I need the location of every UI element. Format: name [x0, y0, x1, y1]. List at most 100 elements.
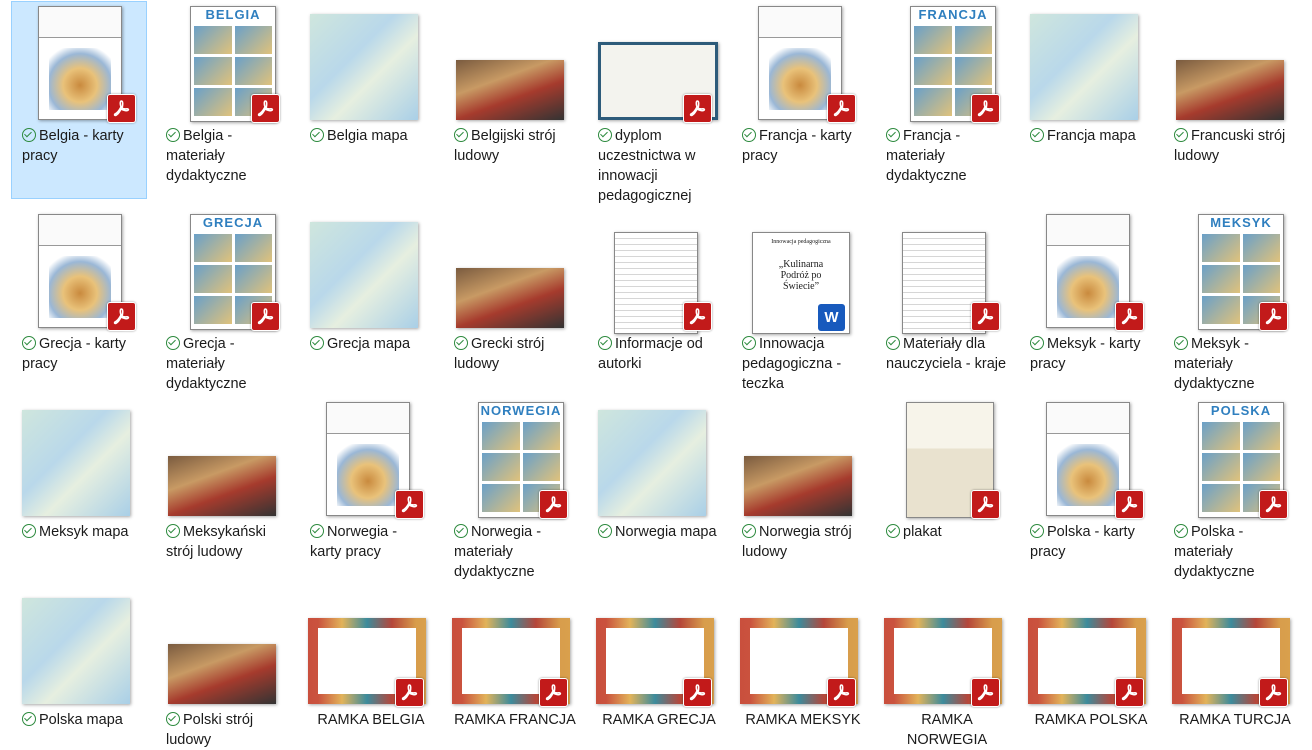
- file-item[interactable]: Polski strój ludowy: [156, 586, 290, 748]
- file-item[interactable]: RAMKA GRECJA: [588, 586, 722, 748]
- file-name: Belgia mapa: [327, 128, 408, 144]
- file-item[interactable]: Meksykański strój ludowy: [156, 398, 290, 594]
- pdf-icon: [971, 302, 1000, 331]
- file-item[interactable]: Meksyk - karty pracy: [1020, 210, 1154, 406]
- pdf-icon: [1259, 678, 1288, 707]
- file-thumbnail: NORWEGIA: [444, 400, 578, 519]
- file-label: Belgia mapa: [310, 126, 432, 146]
- sync-ok-icon: [22, 524, 36, 538]
- file-label: RAMKA GRECJA: [598, 710, 720, 730]
- file-thumbnail: [12, 4, 146, 123]
- file-item[interactable]: NORWEGIA Norwegia - materiały dydaktyczne: [444, 398, 578, 594]
- file-thumbnail: [300, 400, 434, 519]
- file-item[interactable]: Belgia - karty pracy: [11, 1, 147, 199]
- file-item[interactable]: Francuski strój ludowy: [1164, 2, 1298, 198]
- pdf-icon: [683, 94, 712, 123]
- file-thumbnail: [588, 400, 722, 518]
- file-thumbnail: [876, 212, 1010, 334]
- sync-ok-icon: [1030, 128, 1044, 142]
- file-name: RAMKA GRECJA: [602, 712, 716, 728]
- file-item[interactable]: Grecja mapa: [300, 210, 434, 406]
- sync-ok-icon: [742, 336, 756, 350]
- thumbnail-title: NORWEGIA: [480, 403, 562, 418]
- file-item[interactable]: dyplom uczestnictwa w innowacji pedagogi…: [588, 2, 722, 204]
- file-item[interactable]: GRECJA Grecja - materiały dydaktyczne: [156, 210, 290, 406]
- file-item[interactable]: Norwegia mapa: [588, 398, 722, 594]
- file-label: Polska mapa: [22, 710, 144, 730]
- file-name: Francja - karty pracy: [742, 128, 852, 164]
- sync-ok-icon: [310, 128, 324, 142]
- file-label: Meksykański strój ludowy: [166, 522, 288, 562]
- file-grid: Belgia - karty pracy BELGIA Belgia - mater…: [0, 0, 1312, 750]
- file-item[interactable]: Norwegia - karty pracy: [300, 398, 434, 594]
- file-item[interactable]: Belgia mapa: [300, 2, 434, 198]
- file-item[interactable]: plakat: [876, 398, 1010, 594]
- file-item[interactable]: Grecja - karty pracy: [12, 210, 146, 406]
- file-label: RAMKA BELGIA: [310, 710, 432, 730]
- file-item[interactable]: RAMKA NORWEGIA: [876, 586, 1010, 748]
- map-thumbnail: [22, 598, 130, 704]
- file-item[interactable]: RAMKA BELGIA: [300, 586, 434, 748]
- file-thumbnail: [876, 400, 1010, 519]
- file-item[interactable]: Informacje od autorki: [588, 210, 722, 406]
- file-label: Norwegia - karty pracy: [310, 522, 432, 562]
- sync-ok-icon: [22, 128, 36, 142]
- file-label: Grecja - karty pracy: [22, 334, 144, 374]
- file-item[interactable]: Meksyk mapa: [12, 398, 146, 594]
- file-item[interactable]: RAMKA MEKSYK: [732, 586, 866, 748]
- pdf-icon: [539, 678, 568, 707]
- file-item[interactable]: POLSKA Polska - materiały dydaktyczne: [1164, 398, 1298, 594]
- file-item[interactable]: FRANCJA Francja - materiały dydaktyczne: [876, 2, 1010, 198]
- file-label: RAMKA NORWEGIA: [886, 710, 1008, 750]
- map-thumbnail: [310, 222, 418, 328]
- sync-ok-icon: [166, 712, 180, 726]
- pdf-icon: [107, 94, 136, 123]
- file-item[interactable]: Polska - karty pracy: [1020, 398, 1154, 594]
- pdf-icon: [1259, 302, 1288, 331]
- file-label: Norwegia - materiały dydaktyczne: [454, 522, 576, 582]
- pdf-icon: [251, 94, 280, 123]
- photo-thumbnail: [168, 456, 276, 516]
- thumbnail-title: MEKSYK: [1210, 215, 1272, 230]
- file-item[interactable]: Francja mapa: [1020, 2, 1154, 198]
- file-item[interactable]: Belgijski strój ludowy: [444, 2, 578, 198]
- file-item[interactable]: Innowacja pedagogiczna „Kulinarna Podróż …: [732, 210, 866, 406]
- file-label: Meksyk - karty pracy: [1030, 334, 1152, 374]
- sync-ok-icon: [1030, 336, 1044, 350]
- sync-ok-icon: [598, 524, 612, 538]
- file-name: RAMKA FRANCJA: [454, 712, 576, 728]
- sync-ok-icon: [1030, 524, 1044, 538]
- file-thumbnail: Innowacja pedagogiczna „Kulinarna Podróż …: [732, 212, 866, 334]
- file-item[interactable]: Francja - karty pracy: [732, 2, 866, 198]
- pdf-icon: [1115, 678, 1144, 707]
- file-thumbnail: [1020, 212, 1154, 331]
- map-thumbnail: [310, 14, 418, 120]
- sync-ok-icon: [166, 524, 180, 538]
- file-item[interactable]: Materiały dla nauczyciela - kraje: [876, 210, 1010, 406]
- pdf-icon: [395, 490, 424, 519]
- file-item[interactable]: RAMKA TURCJA: [1164, 586, 1298, 748]
- file-label: RAMKA TURCJA: [1174, 710, 1296, 730]
- thumbnail-title: POLSKA: [1210, 403, 1272, 418]
- map-thumbnail: [22, 410, 130, 516]
- sync-ok-icon: [886, 128, 900, 142]
- pdf-icon: [683, 678, 712, 707]
- file-item[interactable]: Grecki strój ludowy: [444, 210, 578, 406]
- file-item[interactable]: Polska mapa: [12, 586, 146, 748]
- file-item[interactable]: BELGIA Belgia - materiały dydaktyczne: [156, 2, 290, 198]
- sync-ok-icon: [598, 336, 612, 350]
- file-item[interactable]: Norwegia strój ludowy: [732, 398, 866, 594]
- file-label: Innowacja pedagogiczna - teczka: [742, 334, 864, 394]
- file-item[interactable]: RAMKA FRANCJA: [444, 586, 578, 748]
- file-name: plakat: [903, 524, 942, 540]
- file-name: RAMKA BELGIA: [317, 712, 425, 728]
- photo-thumbnail: [456, 268, 564, 328]
- pdf-icon: [107, 302, 136, 331]
- file-item[interactable]: RAMKA POLSKA: [1020, 586, 1154, 748]
- file-label: Meksyk - materiały dydaktyczne: [1174, 334, 1296, 394]
- file-label: RAMKA MEKSYK: [742, 710, 864, 730]
- file-item[interactable]: MEKSYK Meksyk - materiały dydaktyczne: [1164, 210, 1298, 406]
- file-thumbnail: MEKSYK: [1164, 212, 1298, 331]
- pdf-icon: [1259, 490, 1288, 519]
- file-thumbnail: [300, 4, 434, 122]
